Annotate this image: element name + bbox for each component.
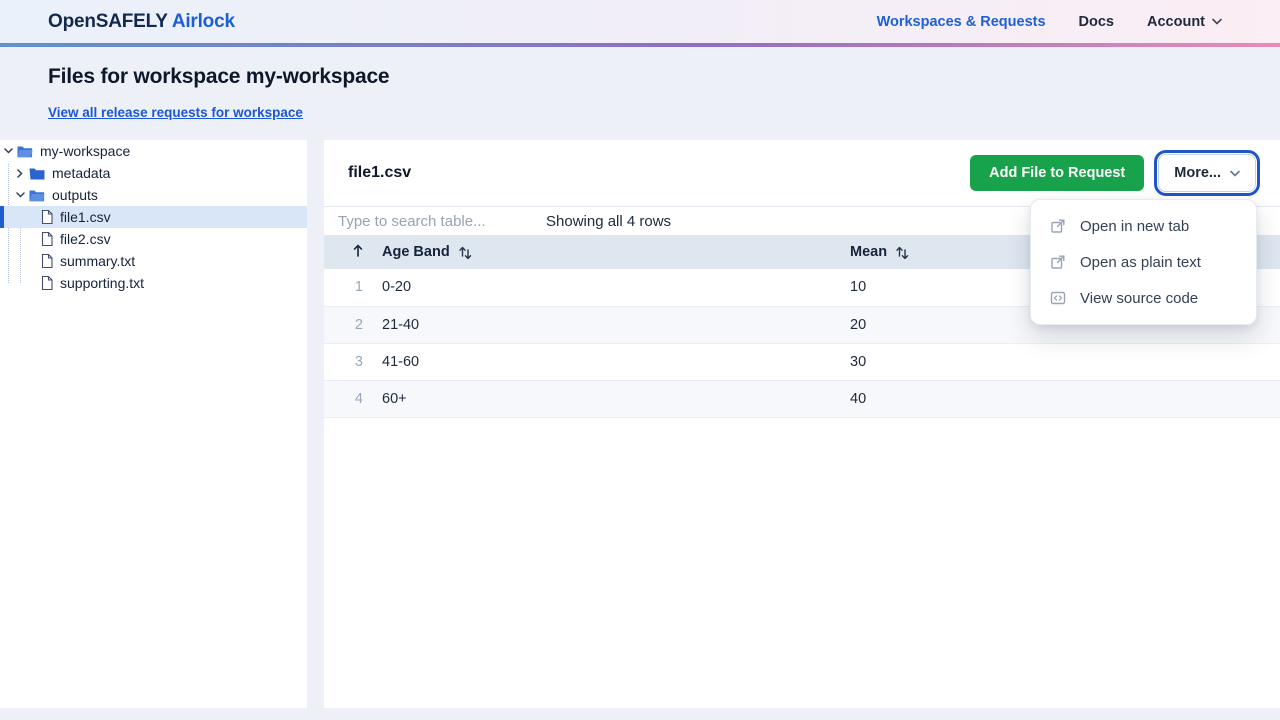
external-link-icon (1050, 218, 1066, 234)
menu-item-open-as-plain-text[interactable]: Open as plain text (1031, 244, 1256, 280)
tree-item-metadata[interactable]: metadata (0, 162, 307, 184)
file-tree-sidebar: my-workspace metadata outputs file1.csv … (0, 140, 307, 708)
view-release-requests-link[interactable]: View all release requests for workspace (48, 105, 303, 120)
tree-item-label: file2.csv (60, 231, 111, 247)
row-number: 1 (324, 269, 372, 306)
brand-part-opensafely: OpenSAFELY (48, 11, 167, 32)
column-header-age-band[interactable]: Age Band (372, 235, 842, 269)
cell-mean: 30 (842, 343, 1280, 380)
cell-age-band: 41-60 (372, 343, 842, 380)
tree-item-summary-txt[interactable]: summary.txt (0, 250, 307, 272)
more-dropdown-menu: Open in new tab Open as plain text View … (1030, 199, 1257, 325)
cell-age-band: 21-40 (372, 306, 842, 343)
tree-item-file2-csv[interactable]: file2.csv (0, 228, 307, 250)
folder-icon (29, 167, 45, 180)
file-title: file1.csv (348, 164, 970, 182)
folder-open-icon (17, 145, 33, 158)
chevron-down-icon (2, 148, 14, 154)
chevron-down-icon (1230, 170, 1240, 177)
nav-link-docs[interactable]: Docs (1079, 14, 1114, 30)
row-number-column-header[interactable] (324, 235, 372, 269)
table-search-input[interactable] (338, 213, 546, 230)
rows-status: Showing all 4 rows (546, 213, 671, 230)
cell-age-band: 60+ (372, 380, 842, 417)
nav-link-workspaces-requests[interactable]: Workspaces & Requests (877, 14, 1046, 30)
file-icon (41, 276, 53, 290)
tree-item-label: file1.csv (60, 209, 111, 225)
source-code-icon (1050, 290, 1066, 306)
table-row: 3 41-60 30 (324, 343, 1280, 380)
brand-logo[interactable]: OpenSAFELY Airlock (48, 11, 235, 33)
brand-part-airlock: Airlock (172, 11, 235, 32)
folder-open-icon (29, 189, 45, 202)
tree-item-outputs[interactable]: outputs (0, 184, 307, 206)
row-number: 4 (324, 380, 372, 417)
external-link-icon (1050, 254, 1066, 270)
sort-ascending-icon (353, 244, 363, 257)
tree-item-my-workspace[interactable]: my-workspace (0, 140, 307, 162)
nav-link-account[interactable]: Account (1147, 14, 1222, 30)
page-header: Files for workspace my-workspace View al… (0, 47, 1280, 122)
tree-item-label: metadata (52, 165, 110, 181)
page-title: Files for workspace my-workspace (48, 65, 1232, 89)
sort-icon (459, 245, 472, 259)
tree-item-supporting-txt[interactable]: supporting.txt (0, 272, 307, 294)
row-number: 3 (324, 343, 372, 380)
file-icon (41, 254, 53, 268)
cell-mean: 40 (842, 380, 1280, 417)
chevron-down-icon (14, 192, 26, 198)
navbar: OpenSAFELY Airlock Workspaces & Requests… (0, 0, 1280, 43)
chevron-right-icon (14, 169, 26, 178)
tree-item-label: summary.txt (60, 253, 135, 269)
menu-item-view-source-code[interactable]: View source code (1031, 280, 1256, 316)
menu-item-open-in-new-tab[interactable]: Open in new tab (1031, 208, 1256, 244)
add-file-to-request-button[interactable]: Add File to Request (970, 155, 1144, 191)
sort-icon (896, 245, 909, 259)
tree-item-label: my-workspace (40, 143, 130, 159)
tree-item-file1-csv[interactable]: file1.csv (0, 206, 307, 228)
cell-age-band: 0-20 (372, 269, 842, 306)
more-button[interactable]: More... (1158, 154, 1256, 192)
tree-item-label: supporting.txt (60, 275, 144, 291)
file-icon (41, 232, 53, 246)
nav-links: Workspaces & Requests Docs Account (877, 14, 1222, 30)
table-row: 4 60+ 40 (324, 380, 1280, 417)
file-icon (41, 210, 53, 224)
row-number: 2 (324, 306, 372, 343)
tree-item-label: outputs (52, 187, 98, 203)
file-detail-header: file1.csv Add File to Request More... (324, 140, 1280, 207)
chevron-down-icon (1212, 18, 1222, 25)
